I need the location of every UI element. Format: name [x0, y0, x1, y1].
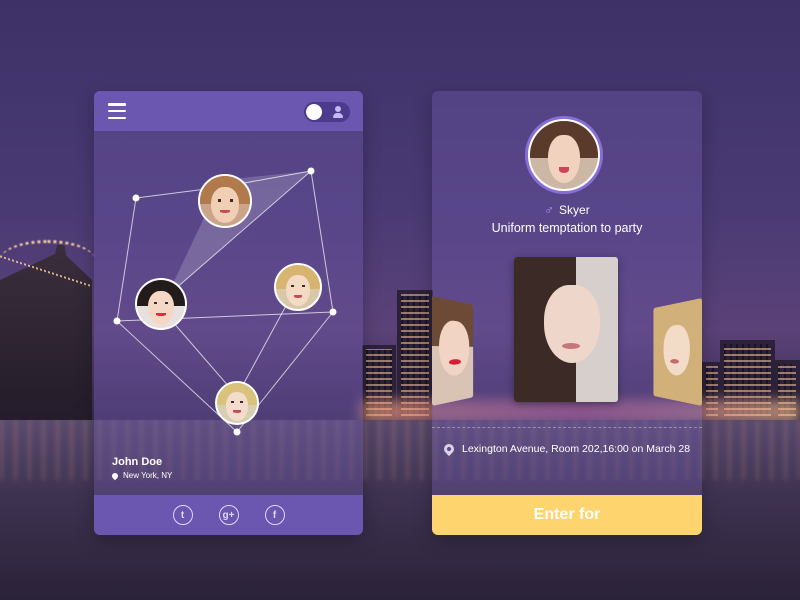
facebook-icon[interactable]: f	[264, 505, 285, 525]
profile-network-card: John Doe New York, NY t g+ f	[94, 91, 363, 535]
user-location-text: New York, NY	[123, 471, 173, 480]
event-invite-card: ♂ Skyer Uniform temptation to party Lexi…	[432, 91, 702, 535]
event-title: Uniform temptation to party	[491, 221, 643, 235]
host-info: ♂ Skyer	[432, 202, 702, 217]
dashed-divider	[432, 427, 702, 428]
network-node	[113, 317, 121, 325]
facebook-glyph: f	[272, 509, 277, 521]
google-plus-glyph: g+	[222, 509, 235, 521]
network-link	[116, 197, 137, 322]
friend-avatar[interactable]	[135, 278, 187, 330]
friend-network-graph	[113, 167, 337, 436]
event-address: Lexington Avenue, Room 202,16:00 on Marc…	[462, 443, 691, 455]
twitter-icon[interactable]: t	[172, 505, 193, 525]
gallery-photo[interactable]	[432, 296, 474, 406]
friend-avatar[interactable]	[274, 263, 322, 311]
location-pin-icon	[441, 441, 457, 457]
location-pin-icon	[110, 471, 120, 480]
gallery-photo[interactable]	[653, 298, 702, 406]
male-gender-icon: ♂	[544, 202, 555, 217]
event-location: Lexington Avenue, Room 202,16:00 on Marc…	[441, 441, 691, 457]
enter-button[interactable]: Enter for	[432, 495, 702, 535]
friend-avatar[interactable]	[198, 174, 252, 228]
host-avatar[interactable]	[528, 119, 600, 191]
user-location: New York, NY	[110, 471, 173, 480]
social-links-bar: t g+ f	[94, 495, 363, 535]
network-node	[233, 428, 241, 436]
user-name: John Doe	[112, 456, 163, 468]
gallery-photo-featured[interactable]	[514, 257, 618, 402]
network-node	[132, 194, 140, 202]
google-plus-icon[interactable]: g+	[218, 505, 239, 525]
friend-avatar[interactable]	[215, 381, 259, 425]
host-name: Skyer	[559, 202, 590, 217]
network-node	[307, 167, 315, 175]
twitter-glyph: t	[180, 509, 185, 521]
network-node	[329, 308, 337, 316]
